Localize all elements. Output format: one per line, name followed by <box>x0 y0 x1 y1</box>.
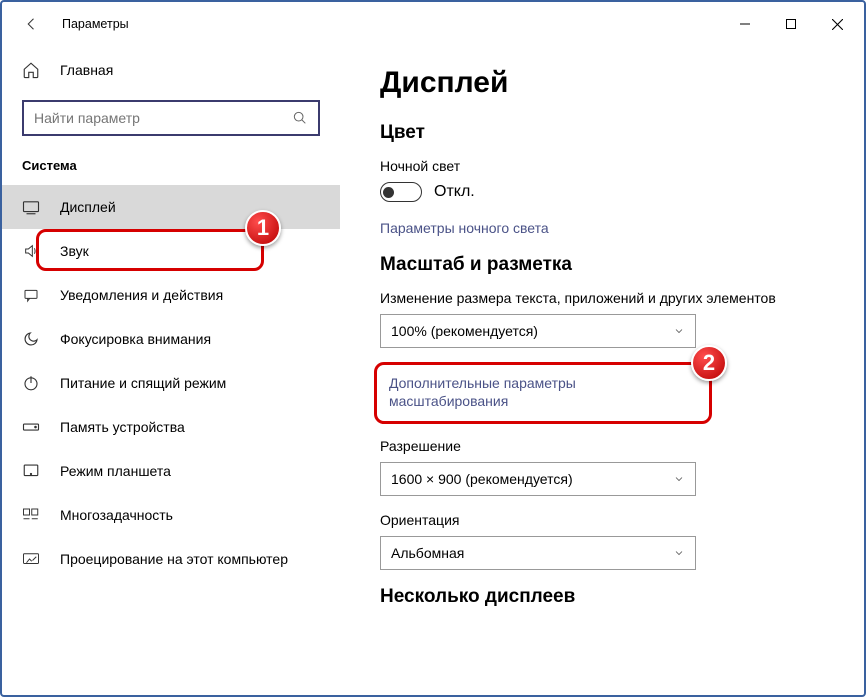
sidebar-item-sound[interactable]: Звук <box>2 229 340 273</box>
section-color: Цвет <box>380 122 824 144</box>
section-scale: Масштаб и разметка <box>380 254 824 276</box>
toggle-knob <box>383 187 394 198</box>
main-content: Дисплей Цвет Ночной свет Откл. Параметры… <box>340 46 864 695</box>
display-icon <box>22 199 44 215</box>
nav-label: Питание и спящий режим <box>60 375 226 391</box>
orientation-dropdown[interactable]: Альбомная <box>380 536 696 570</box>
nav-label: Многозадачность <box>60 507 173 523</box>
projecting-icon <box>22 551 44 567</box>
night-light-toggle-row: Откл. <box>380 182 824 202</box>
scale-label: Изменение размера текста, приложений и д… <box>380 290 824 306</box>
home-icon <box>22 61 44 79</box>
storage-icon <box>22 420 44 434</box>
back-button[interactable] <box>20 15 44 33</box>
sidebar-item-tablet[interactable]: Режим планшета <box>2 449 340 493</box>
nav-label: Дисплей <box>60 199 116 215</box>
search-input-wrap[interactable] <box>22 100 320 136</box>
page-heading: Дисплей <box>380 66 824 100</box>
sidebar-item-notifications[interactable]: Уведомления и действия <box>2 273 340 317</box>
multitasking-icon <box>22 507 44 523</box>
nav-label: Фокусировка внимания <box>60 331 211 347</box>
search-icon <box>282 110 318 126</box>
toggle-state-label: Откл. <box>434 183 475 201</box>
chevron-down-icon <box>673 325 685 337</box>
resolution-label: Разрешение <box>380 438 824 454</box>
nav-label: Звук <box>60 243 89 259</box>
maximize-button[interactable] <box>768 8 814 40</box>
annotation-badge-2: 2 <box>691 345 727 381</box>
sidebar-item-display[interactable]: Дисплей <box>2 185 340 229</box>
resolution-value: 1600 × 900 (рекомендуется) <box>391 471 573 487</box>
scale-value: 100% (рекомендуется) <box>391 323 538 339</box>
sidebar-item-power[interactable]: Питание и спящий режим <box>2 361 340 405</box>
sidebar-item-multitasking[interactable]: Многозадачность <box>2 493 340 537</box>
chevron-down-icon <box>673 473 685 485</box>
titlebar: Параметры <box>2 2 864 46</box>
resolution-dropdown[interactable]: 1600 × 900 (рекомендуется) <box>380 462 696 496</box>
minimize-button[interactable] <box>722 8 768 40</box>
nav-label: Уведомления и действия <box>60 287 223 303</box>
annotation-highlight-2: Дополнительные параметры масштабирования… <box>374 362 712 424</box>
window-controls <box>722 8 860 40</box>
close-button[interactable] <box>814 8 860 40</box>
orientation-label: Ориентация <box>380 512 824 528</box>
sidebar-item-focus[interactable]: Фокусировка внимания <box>2 317 340 361</box>
section-multi-displays: Несколько дисплеев <box>380 586 824 608</box>
night-light-toggle[interactable] <box>380 182 422 202</box>
orientation-value: Альбомная <box>391 545 464 561</box>
night-light-settings-link[interactable]: Параметры ночного света <box>380 220 824 236</box>
nav-label: Режим планшета <box>60 463 171 479</box>
focus-icon <box>22 330 44 348</box>
power-icon <box>22 374 44 392</box>
scale-dropdown[interactable]: 100% (рекомендуется) <box>380 314 696 348</box>
sidebar-home[interactable]: Главная <box>2 50 340 90</box>
search-input[interactable] <box>24 110 282 126</box>
sidebar-item-projecting[interactable]: Проецирование на этот компьютер <box>2 537 340 581</box>
sidebar: Главная Система Дисплей Звук Уведомления… <box>2 46 340 695</box>
sidebar-section-label: Система <box>2 150 340 185</box>
window-title: Параметры <box>62 17 722 31</box>
sound-icon <box>22 243 44 259</box>
sidebar-home-label: Главная <box>60 62 113 78</box>
nav-label: Проецирование на этот компьютер <box>60 551 288 567</box>
tablet-icon <box>22 463 44 479</box>
nav-label: Память устройства <box>60 419 185 435</box>
advanced-scaling-link[interactable]: Дополнительные параметры масштабирования <box>389 375 576 409</box>
chevron-down-icon <box>673 547 685 559</box>
sidebar-item-storage[interactable]: Память устройства <box>2 405 340 449</box>
notifications-icon <box>22 287 44 303</box>
night-light-label: Ночной свет <box>380 158 824 174</box>
